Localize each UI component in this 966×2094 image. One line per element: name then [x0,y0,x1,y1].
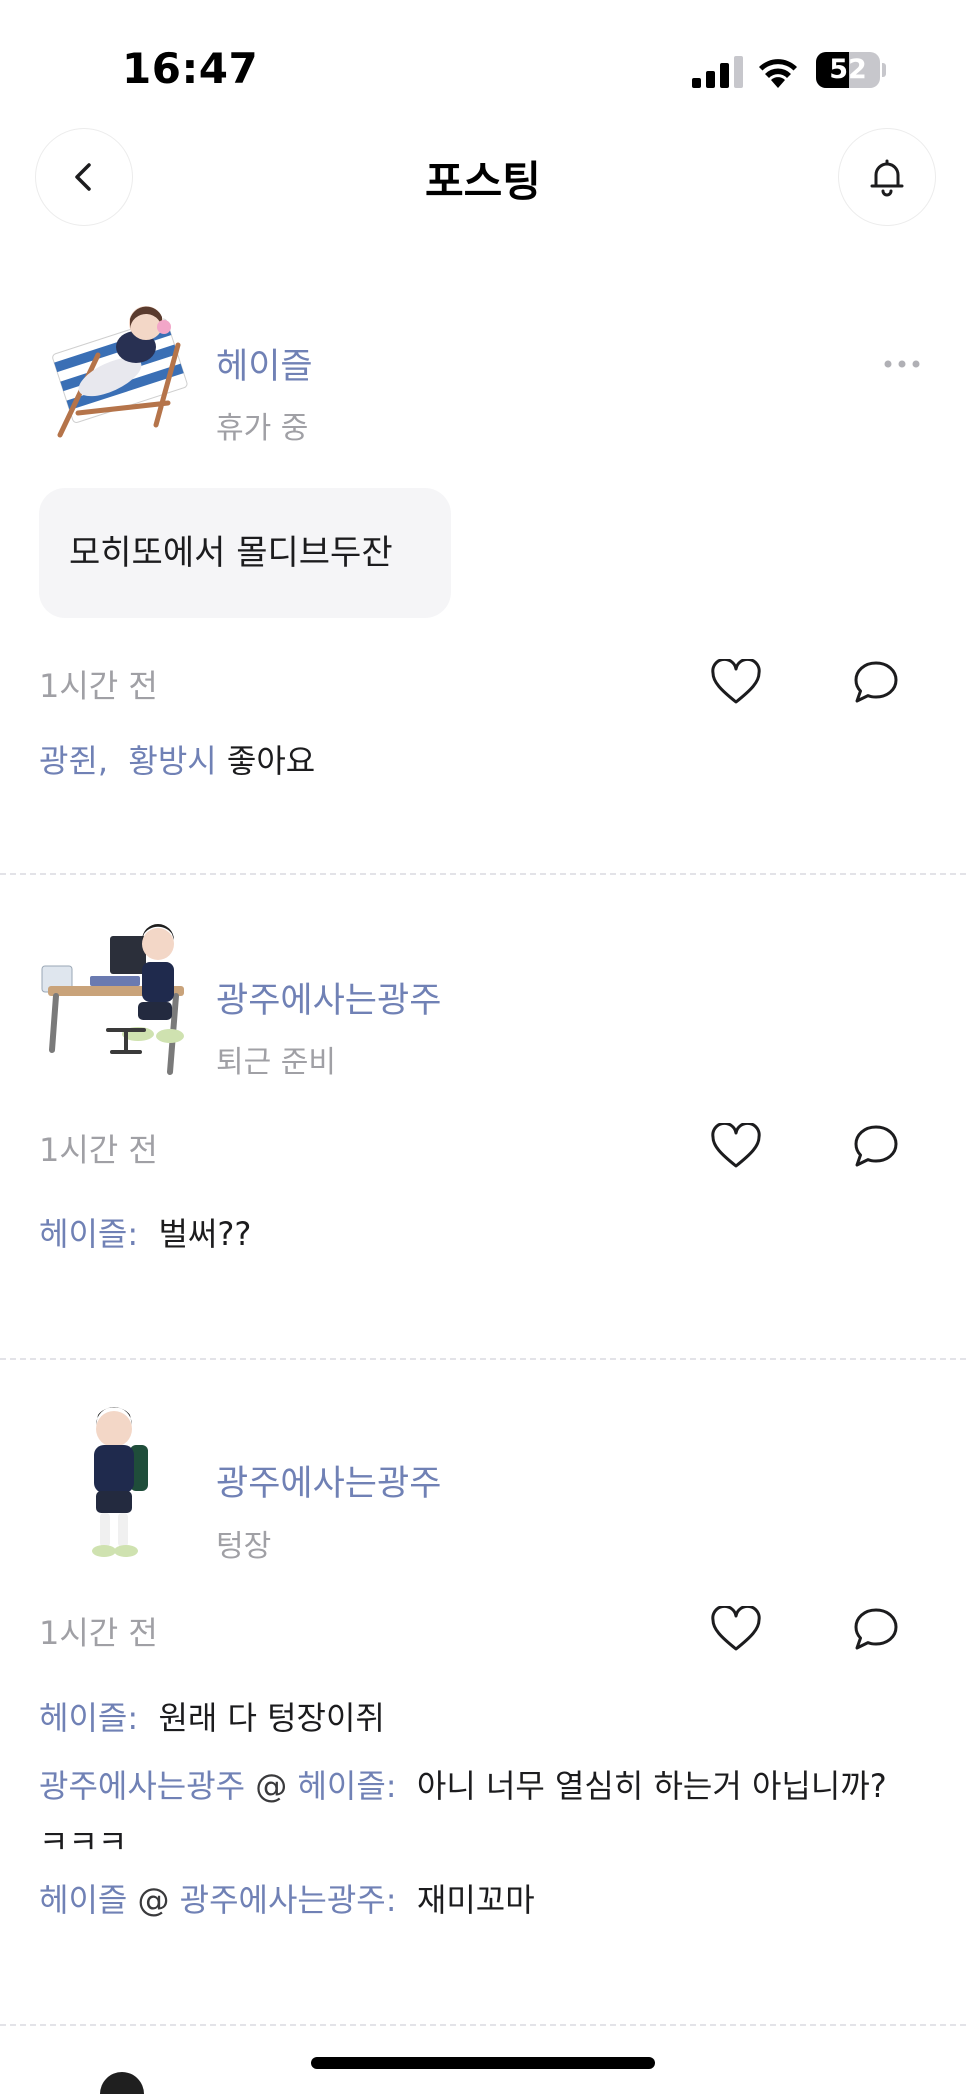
post-status: 퇴근 준비 [216,1045,336,1080]
like-user-name[interactable]: 광쥔 [39,742,98,780]
comment-item: 헤이즐: 벌써?? [39,1206,919,1262]
avatar-desk-character[interactable] [38,922,198,1082]
battery-percent: 52 [829,54,867,85]
notifications-button[interactable] [838,128,936,226]
likes-suffix: 좋아요 [226,742,316,780]
post-author[interactable]: 헤이즐 [216,338,313,389]
chat-icon[interactable] [852,1123,900,1169]
comment-colon: : [385,1881,397,1919]
avatar-backpack-character[interactable] [38,1405,198,1565]
comment-mention[interactable]: 광주에사는광주 [180,1881,386,1919]
comment-item: 헤이즐 @ 광주에사는광주: 재미꼬마 [39,1872,919,1928]
post-content: 모히또에서 몰디브두잔 [39,488,451,618]
like-separator: , [97,742,109,780]
comment-item: 광주에사는광주 @ 헤이즐: 아니 너무 열심히 하는거 아닙니까? ㅋㅋㅋ [39,1758,919,1870]
status-time: 16:47 [122,44,259,93]
cellular-signal-icon [692,56,743,88]
post-time: 1시간 전 [39,1614,158,1652]
comment-text: 원래 다 텅장이쥐 [158,1699,385,1737]
mention-at: @ [137,1881,170,1919]
mention-at: @ [255,1767,288,1805]
post-status: 휴가 중 [216,411,309,446]
more-icon[interactable] [882,358,922,370]
home-indicator [311,2057,655,2069]
avatar-beach-chair-character[interactable] [38,285,198,445]
comment-author[interactable]: 광주에사는광주 [39,1767,245,1805]
like-user-name[interactable]: 황방시 [128,742,216,780]
likes-line: 광쥔, 황방시 좋아요 [39,733,919,789]
post-time: 1시간 전 [39,667,158,705]
comment-text: 재미꼬마 [416,1881,535,1919]
comment-item: 헤이즐: 원래 다 텅장이쥐 [39,1690,919,1746]
comment-mention[interactable]: 헤이즐 [297,1767,385,1805]
battery-indicator: 52 [816,52,886,88]
comment-author[interactable]: 헤이즐 [39,1215,127,1253]
comment-colon: : [385,1767,397,1805]
bell-icon [870,159,904,197]
heart-icon[interactable] [710,1606,762,1652]
chat-icon[interactable] [852,1606,900,1652]
post-author[interactable]: 광주에사는광주 [216,972,441,1023]
nav-header: 포스팅 [0,128,966,228]
post-divider [0,1358,966,1360]
comment-text: 벌써?? [158,1215,252,1253]
page-title: 포스팅 [425,157,541,206]
post-divider [0,2024,966,2026]
post-author[interactable]: 광주에사는광주 [216,1455,441,1506]
comment-colon: : [127,1215,139,1253]
post-divider [0,873,966,875]
chat-icon[interactable] [852,659,900,705]
comment-author[interactable]: 헤이즐 [39,1699,127,1737]
post-time: 1시간 전 [39,1131,158,1169]
avatar-partial[interactable] [96,2066,148,2094]
heart-icon[interactable] [710,1123,762,1169]
wifi-icon [759,59,797,88]
heart-icon[interactable] [710,659,762,705]
comment-author[interactable]: 헤이즐 [39,1881,127,1919]
comment-colon: : [127,1699,139,1737]
status-bar: 16:47 52 [0,0,966,120]
post-status: 텅장 [216,1529,272,1564]
